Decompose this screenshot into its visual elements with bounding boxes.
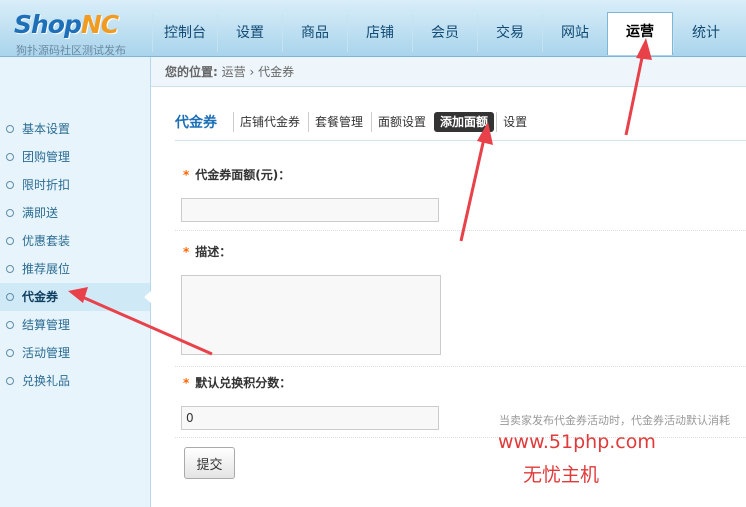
nav-tab-operations[interactable]: 运营: [607, 12, 673, 55]
sidebar-item-label: 团购管理: [22, 150, 71, 164]
divider: [175, 140, 746, 141]
description-label: * 描述：: [183, 243, 231, 260]
bullet-icon: [6, 265, 14, 273]
bullet-icon: [6, 153, 14, 161]
nav-tab-settings[interactable]: 设置: [217, 14, 282, 52]
nav-tab-statistics[interactable]: 统计: [673, 14, 738, 52]
nav-tab-member[interactable]: 会员: [412, 14, 477, 52]
bullet-icon: [6, 349, 14, 357]
sidebar-item-gift-exchange[interactable]: 兑换礼品: [0, 367, 150, 395]
page-title: 代金券: [175, 115, 217, 131]
top-header: ShopNC 狗扑源码社区测试发布 控制台 设置 商品 店铺 会员 交易 网站 …: [0, 0, 746, 57]
sidebar-item-label: 兑换礼品: [22, 374, 71, 388]
sidebar-item-flash-discount[interactable]: 限时折扣: [0, 171, 150, 199]
points-label-text: 默认兑换积分数：: [195, 376, 292, 390]
bullet-icon: [6, 125, 14, 133]
points-input[interactable]: [181, 406, 439, 430]
bullet-icon: [6, 181, 14, 189]
bullet-icon: [6, 321, 14, 329]
submit-button[interactable]: 提交: [184, 447, 235, 479]
sidebar-item-bundle[interactable]: 优惠套装: [0, 227, 150, 255]
breadcrumb-item-operations[interactable]: 运营: [222, 65, 246, 79]
sub-nav: 代金券 店铺代金券 套餐管理 面额设置 添加面额 设置: [175, 110, 533, 134]
points-hint: 当卖家发布代金券活动时，代金券活动默认消耗: [499, 414, 730, 427]
watermark-url: www.51php.com: [498, 431, 656, 453]
logo-text-main: Shop: [14, 10, 82, 39]
bullet-icon: [6, 209, 14, 217]
sidebar-item-label: 推荐展位: [22, 262, 71, 276]
tab-settings[interactable]: 设置: [496, 112, 533, 132]
sidebar-item-full-gift[interactable]: 满即送: [0, 199, 150, 227]
required-mark: *: [183, 376, 190, 390]
nav-tab-trade[interactable]: 交易: [477, 14, 542, 52]
denomination-label-text: 代金券面额(元)：: [195, 168, 291, 182]
nav-tab-website[interactable]: 网站: [542, 14, 607, 52]
main-content: 代金券 店铺代金券 套餐管理 面额设置 添加面额 设置 * 代金券面额(元)： *…: [151, 88, 746, 507]
bullet-icon: [6, 237, 14, 245]
bullet-icon: [6, 293, 14, 301]
divider: [175, 366, 746, 367]
tab-add-denomination[interactable]: 添加面额: [434, 112, 495, 132]
sidebar-item-label: 限时折扣: [22, 178, 71, 192]
logo-subtitle: 狗扑源码社区测试发布: [16, 44, 126, 57]
sidebar-item-label: 基本设置: [22, 122, 71, 136]
sidebar-item-label: 结算管理: [22, 318, 71, 332]
sidebar-item-label: 满即送: [22, 206, 59, 220]
description-label-text: 描述：: [195, 245, 232, 259]
bullet-icon: [6, 377, 14, 385]
shopnc-logo[interactable]: ShopNC: [14, 10, 119, 39]
divider: [175, 437, 746, 438]
sidebar-item-basic-settings[interactable]: 基本设置: [0, 115, 150, 143]
sidebar-item-label: 活动管理: [22, 346, 71, 360]
sidebar-item-booth[interactable]: 推荐展位: [0, 255, 150, 283]
breadcrumb-item-voucher: 代金券: [258, 65, 295, 79]
logo-text-accent: NC: [80, 10, 119, 39]
tab-package-management[interactable]: 套餐管理: [308, 112, 369, 132]
tab-denomination-settings[interactable]: 面额设置: [371, 112, 432, 132]
tab-store-voucher[interactable]: 店铺代金券: [233, 112, 306, 132]
denomination-label: * 代金券面额(元)：: [183, 166, 290, 183]
description-textarea[interactable]: [181, 275, 441, 355]
nav-tab-goods[interactable]: 商品: [282, 14, 347, 52]
breadcrumb-separator: ›: [249, 65, 255, 79]
breadcrumb: 您的位置: 运营 › 代金券: [151, 57, 746, 87]
required-mark: *: [183, 168, 190, 182]
watermark-text: 无忧主机: [523, 464, 600, 486]
breadcrumb-label: 您的位置:: [165, 65, 218, 79]
sidebar-item-settlement[interactable]: 结算管理: [0, 311, 150, 339]
top-nav: 控制台 设置 商品 店铺 会员 交易 网站 运营 统计: [152, 12, 738, 56]
sidebar-item-label: 优惠套装: [22, 234, 71, 248]
denomination-input[interactable]: [181, 198, 439, 222]
sidebar-item-group-buy[interactable]: 团购管理: [0, 143, 150, 171]
sidebar-item-label: 代金券: [22, 290, 59, 304]
sidebar-item-voucher[interactable]: 代金券: [0, 283, 151, 311]
sidebar: 基本设置 团购管理 限时折扣 满即送 优惠套装 推荐展位 代金券 结算管理 活动…: [0, 57, 151, 507]
divider: [175, 230, 746, 231]
nav-tab-store[interactable]: 店铺: [347, 14, 412, 52]
sidebar-item-activity[interactable]: 活动管理: [0, 339, 150, 367]
nav-tab-console[interactable]: 控制台: [152, 14, 217, 52]
required-mark: *: [183, 245, 190, 259]
sidebar-menu: 基本设置 团购管理 限时折扣 满即送 优惠套装 推荐展位 代金券 结算管理 活动…: [0, 115, 151, 395]
points-label: * 默认兑换积分数：: [183, 374, 291, 391]
